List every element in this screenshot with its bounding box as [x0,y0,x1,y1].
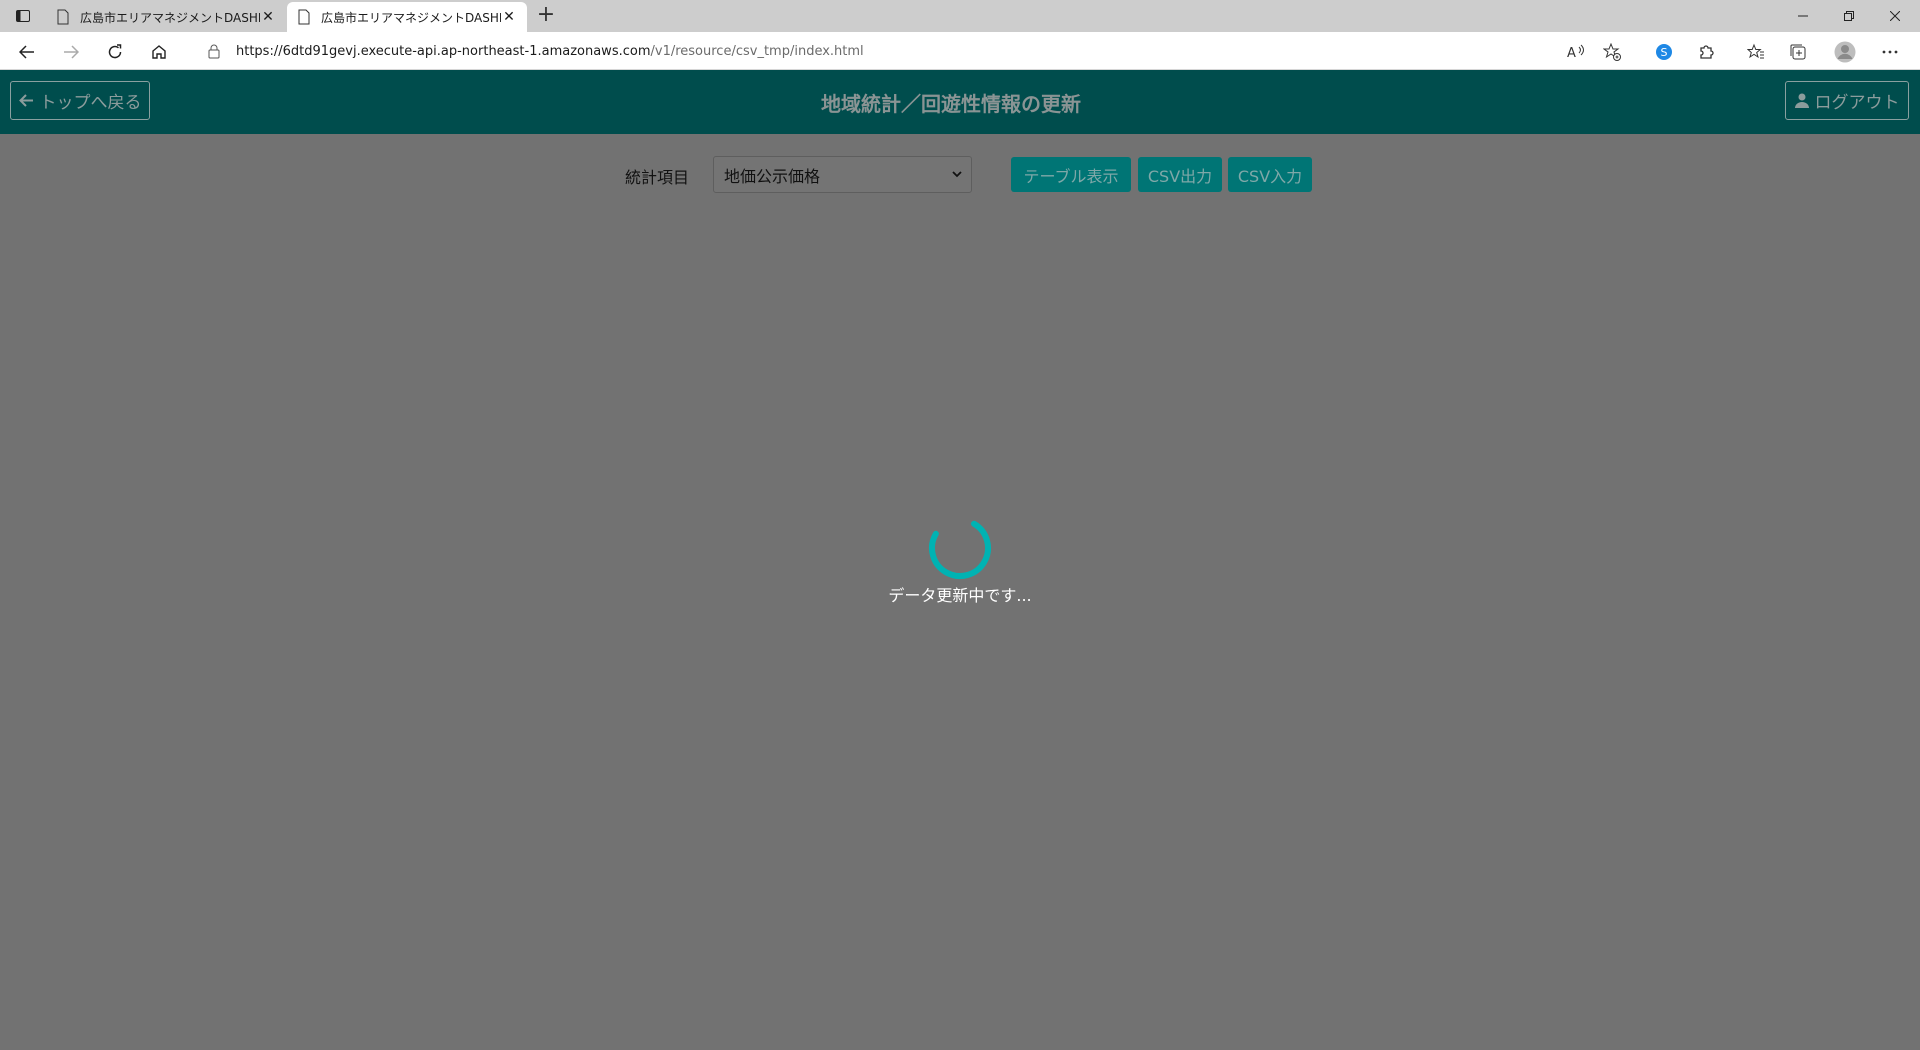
extension-s-icon[interactable]: S [1652,40,1676,64]
page-icon [57,9,69,25]
back-arrow-icon[interactable] [14,39,40,65]
browser-toolbar: https://6dtd91gevj.execute-api.ap-northe… [0,32,1920,70]
loading-spinner-icon [929,517,991,579]
url-text: https://6dtd91gevj.execute-api.ap-northe… [236,44,864,59]
collections-icon[interactable] [1786,40,1810,64]
refresh-icon[interactable] [102,39,128,65]
table-view-button[interactable]: テーブル表示 [1011,157,1131,192]
logout-label: ログアウト [1814,93,1900,113]
page-icon [298,9,310,25]
stat-item-label: 統計項目 [625,168,690,187]
minimize-icon[interactable] [1780,0,1826,32]
url-host: https://6dtd91gevj.execute-api.ap-northe… [236,43,651,59]
page-title: 地域統計／回遊性情報の更新 [821,92,1081,116]
restore-icon[interactable] [1826,0,1872,32]
lock-icon [208,44,220,59]
loading-message: データ更新中です... [888,586,1032,605]
tab-title: 広島市エリアマネジメントDASHBOARD [80,10,260,25]
extensions-icon[interactable] [1694,40,1718,64]
stat-item-selected-value: 地価公示価格 [724,166,821,186]
stat-item-select[interactable]: 地価公示価格 [713,156,972,193]
close-tab-icon[interactable]: ✕ [501,9,517,25]
csv-export-button[interactable]: CSV出力 [1138,157,1222,192]
profile-avatar-icon[interactable] [1833,40,1857,64]
add-favorite-icon[interactable] [1600,40,1624,64]
forward-arrow-icon[interactable] [58,39,84,65]
tab-actions-icon[interactable] [12,6,34,26]
close-tab-icon[interactable]: ✕ [260,9,276,25]
url-path: /v1/resource/csv_tmp/index.html [650,43,864,59]
browser-tab-1[interactable]: 広島市エリアマネジメントDASHBOARD ✕ [46,2,286,32]
address-bar[interactable]: https://6dtd91gevj.execute-api.ap-northe… [188,37,1634,65]
close-window-icon[interactable] [1872,0,1918,32]
browser-tab-2[interactable]: 広島市エリアマネジメントDASHBOARD ✕ [287,2,527,32]
home-icon[interactable] [146,39,172,65]
favorites-icon[interactable] [1744,40,1768,64]
read-aloud-icon[interactable]: A [1564,40,1588,64]
csv-import-button[interactable]: CSV入力 [1228,157,1312,192]
tab-title: 広島市エリアマネジメントDASHBOARD [321,10,501,25]
svg-text:A: A [1567,46,1576,60]
chevron-down-icon [952,171,962,178]
user-icon [1794,93,1809,108]
svg-text:S: S [1661,46,1668,59]
logout-button[interactable]: ログアウト [1785,81,1909,120]
browser-tab-strip: 広島市エリアマネジメントDASHBOARD ✕ 広島市エリアマネジメントDASH… [0,0,1920,32]
new-tab-button[interactable]: + [534,4,558,28]
more-menu-icon[interactable] [1878,40,1902,64]
app-header: トップへ戻る 地域統計／回遊性情報の更新 ログアウト [0,70,1920,134]
